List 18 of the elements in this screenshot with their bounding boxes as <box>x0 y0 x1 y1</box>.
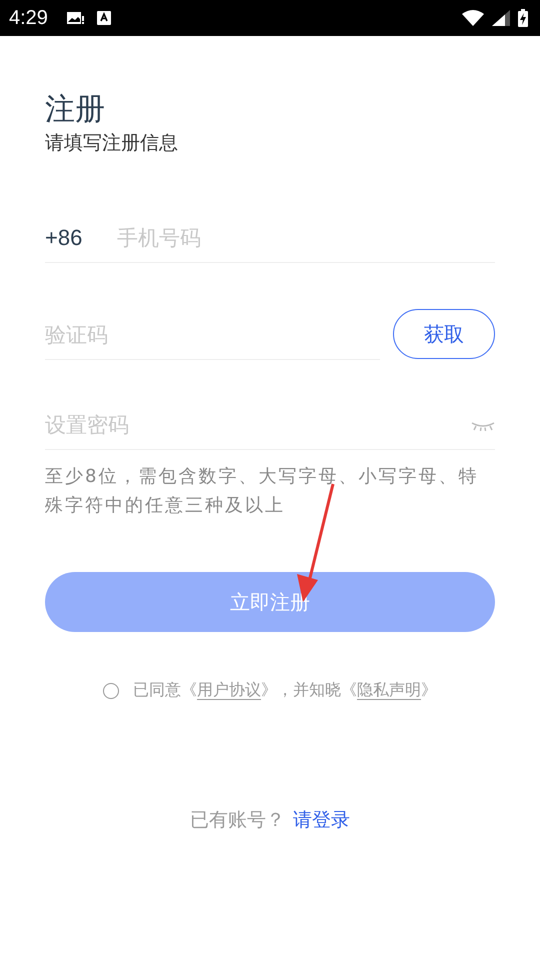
agreement-text: 已同意《用户协议》，并知晓《隐私声明》 <box>133 680 437 701</box>
password-hint: 至少8位，需包含数字、大写字母、小写字母、特殊字符中的任意三种及以上 <box>45 465 480 518</box>
agree-radio[interactable] <box>103 682 119 698</box>
agreement-link[interactable]: 隐私声明 <box>357 680 421 700</box>
battery-charging-icon <box>518 9 528 27</box>
text-icon <box>96 10 112 26</box>
get-code-button[interactable]: 获取 <box>393 309 495 359</box>
country-code[interactable]: +86 <box>45 225 117 251</box>
status-time: 4:29 <box>9 6 48 30</box>
login-prompt: 已有账号？ <box>190 808 285 833</box>
page-subtitle: 请填写注册信息 <box>45 131 179 156</box>
login-link[interactable]: 请登录 <box>293 807 350 833</box>
agreement-link[interactable]: 用户协议 <box>197 680 261 700</box>
wifi-icon <box>462 10 484 26</box>
eye-closed-icon[interactable] <box>471 420 495 430</box>
signal-icon <box>492 10 510 26</box>
image-icon <box>66 10 84 26</box>
page-title: 注册 <box>45 91 106 129</box>
